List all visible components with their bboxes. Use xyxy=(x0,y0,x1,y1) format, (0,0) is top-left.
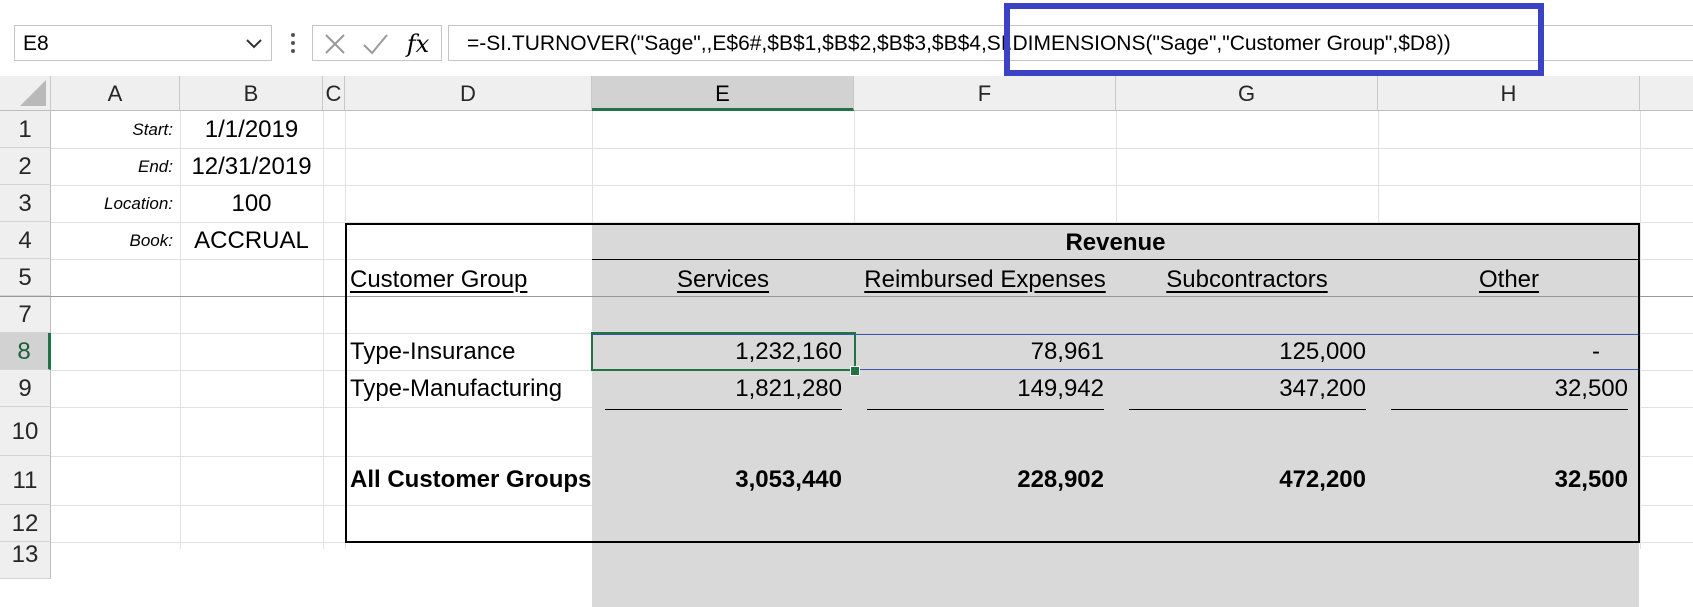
param-value-end[interactable]: 12/31/2019 xyxy=(180,153,323,181)
active-cell-e8[interactable] xyxy=(591,332,856,371)
name-box[interactable]: E8 xyxy=(14,25,272,61)
column-header-g[interactable]: G xyxy=(1116,76,1378,111)
column-header-e[interactable]: E xyxy=(592,76,854,111)
formula-bar: E8 fx =-SI.TURNOVER("Sage",,E$6#,$B$1,$B… xyxy=(0,0,1693,76)
param-label-start: Start: xyxy=(132,120,173,139)
row-header-8[interactable]: 8 xyxy=(0,333,51,370)
formula-buttons: fx xyxy=(312,25,442,61)
row-header-2[interactable]: 2 xyxy=(0,148,51,185)
select-all-corner[interactable] xyxy=(0,76,51,111)
spreadsheet-grid[interactable]: A B C D E F G H 1 2 3 4 5 7 8 9 10 11 12… xyxy=(0,76,1693,607)
more-options-icon[interactable] xyxy=(286,30,300,56)
name-box-value: E8 xyxy=(23,32,49,55)
row-header-7[interactable]: 7 xyxy=(0,296,51,333)
row-header-4[interactable]: 4 xyxy=(0,222,51,259)
report-table-border xyxy=(345,223,1640,543)
row-header-1[interactable]: 1 xyxy=(0,111,51,148)
column-header-d[interactable]: D xyxy=(345,76,592,111)
param-label-book: Book: xyxy=(129,231,173,250)
param-value-location[interactable]: 100 xyxy=(180,190,323,218)
column-header-c[interactable]: C xyxy=(323,76,345,111)
param-label-location: Location: xyxy=(104,194,173,213)
row-header-13[interactable]: 13 xyxy=(0,542,51,579)
gridline xyxy=(323,111,324,549)
fill-handle[interactable] xyxy=(850,366,860,376)
gridline xyxy=(1640,111,1641,549)
row-header-12[interactable]: 12 xyxy=(0,505,51,542)
insert-function-icon[interactable]: fx xyxy=(401,30,435,58)
column-header-f[interactable]: F xyxy=(854,76,1116,111)
column-header-b[interactable]: B xyxy=(180,76,323,111)
gridline xyxy=(51,185,1693,186)
row-header-5[interactable]: 5 xyxy=(0,259,51,296)
row-header-9[interactable]: 9 xyxy=(0,370,51,407)
param-value-start[interactable]: 1/1/2019 xyxy=(180,116,323,144)
formula-highlight-box xyxy=(1004,3,1544,76)
select-all-triangle-icon xyxy=(20,80,46,106)
row-header-10[interactable]: 10 xyxy=(0,407,51,456)
checkmark-icon[interactable] xyxy=(361,30,389,58)
param-label-end: End: xyxy=(138,157,173,176)
column-header-i[interactable] xyxy=(1640,76,1693,111)
column-header-a[interactable]: A xyxy=(51,76,180,111)
column-header-h[interactable]: H xyxy=(1378,76,1640,111)
gridline xyxy=(51,148,1693,149)
chevron-down-icon[interactable] xyxy=(243,32,265,54)
row-header-3[interactable]: 3 xyxy=(0,185,51,222)
cancel-icon[interactable] xyxy=(321,30,349,58)
row-header-11[interactable]: 11 xyxy=(0,456,51,505)
param-value-book[interactable]: ACCRUAL xyxy=(180,227,323,255)
